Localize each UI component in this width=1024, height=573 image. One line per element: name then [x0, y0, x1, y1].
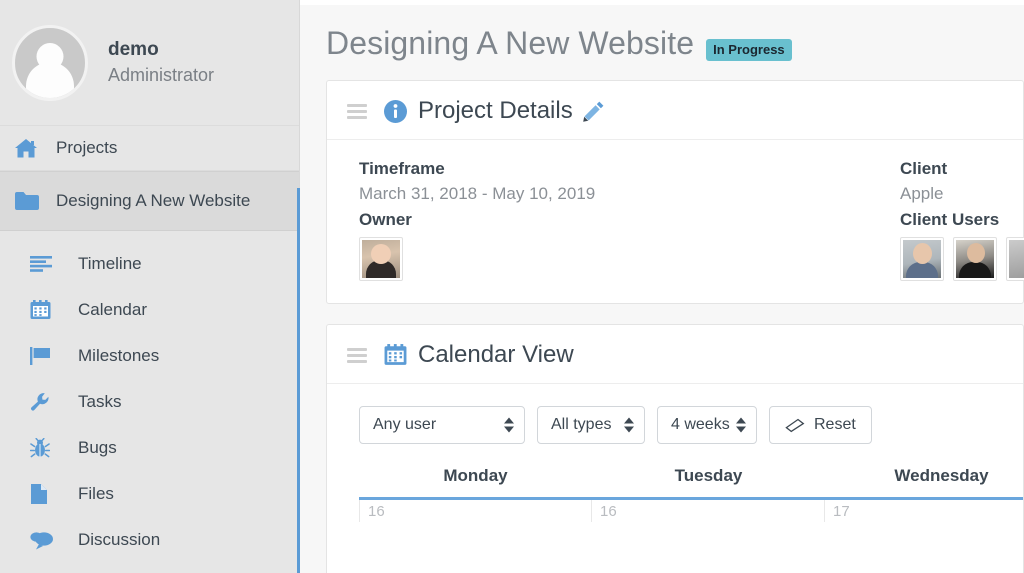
calendar-day-cell[interactable]: 17 — [825, 500, 1024, 522]
timeframe-label: Timeframe — [359, 159, 445, 178]
sidebar-item-label: Projects — [56, 138, 118, 157]
sidebar-item-label: Tasks — [78, 392, 122, 411]
sidebar-item-milestones[interactable]: Milestones — [0, 333, 300, 379]
sidebar-item-label: Files — [78, 484, 114, 503]
range-filter-select[interactable]: 4 weeks — [657, 406, 757, 444]
calendar-icon — [30, 300, 64, 320]
sidebar-user-block[interactable]: demo Administrator — [0, 0, 300, 125]
sidebar-item-timeline[interactable]: Timeline — [0, 241, 300, 287]
sidebar: demo Administrator Projects Designing A … — [0, 0, 301, 573]
calendar-day-header: Monday — [443, 466, 508, 485]
sidebar-item-label: Milestones — [78, 346, 160, 365]
sidebar-nav: Projects Designing A New Website Timelin… — [0, 125, 300, 563]
drag-handle-icon[interactable] — [347, 347, 367, 363]
calendar-day-header: Tuesday — [674, 466, 743, 485]
calendar-day-cell[interactable]: 16 — [592, 500, 825, 522]
sidebar-item-bugs[interactable]: Bugs — [0, 425, 300, 471]
chevron-updown-icon — [504, 417, 514, 433]
chevron-updown-icon — [624, 417, 634, 433]
calendar-view-card: Calendar View Any user All types 4 weeks — [326, 324, 1024, 573]
chat-bubble-icon — [30, 531, 64, 550]
project-details-title: Project Details — [418, 97, 573, 124]
main-content: Designing A New Website In Progress Proj… — [300, 0, 1024, 573]
project-details-header: Project Details — [327, 81, 1023, 140]
list-lines-icon — [30, 256, 64, 272]
calendar-icon — [384, 344, 407, 366]
client-users-label: Client Users — [900, 210, 1000, 229]
project-details-body: Timeframe March 31, 2018 - May 10, 2019 … — [327, 140, 1024, 303]
calendar-day-header: Wednesday — [894, 466, 989, 485]
reset-button[interactable]: Reset — [769, 406, 872, 444]
sidebar-item-label: Designing A New Website — [56, 191, 251, 210]
page-header: Designing A New Website In Progress — [300, 5, 1024, 62]
client-value: Apple — [900, 184, 944, 203]
wrench-icon — [30, 392, 64, 412]
owner-avatars — [359, 237, 595, 281]
type-filter-select[interactable]: All types — [537, 406, 645, 444]
avatar[interactable] — [900, 237, 944, 281]
user-role: Administrator — [108, 65, 215, 85]
avatar[interactable] — [1006, 237, 1024, 281]
sidebar-item-designing-a-new-website[interactable]: Designing A New Website — [0, 171, 300, 231]
user-filter-select[interactable]: Any user — [359, 406, 525, 444]
timeframe-value: March 31, 2018 - May 10, 2019 — [359, 184, 596, 203]
user-avatar-placeholder — [12, 24, 88, 101]
client-label: Client — [900, 159, 948, 178]
avatar[interactable] — [953, 237, 997, 281]
bug-icon — [30, 438, 64, 458]
pencil-icon[interactable] — [582, 100, 605, 122]
info-circle-icon — [384, 99, 407, 123]
calendar-view-header: Calendar View — [327, 325, 1023, 384]
file-icon — [30, 483, 64, 505]
home-icon — [14, 138, 48, 159]
range-filter-value: 4 weeks — [671, 416, 730, 433]
flag-icon — [30, 346, 64, 366]
app-root: demo Administrator Projects Designing A … — [0, 0, 1024, 573]
sidebar-item-projects[interactable]: Projects — [0, 125, 300, 171]
drag-handle-icon[interactable] — [347, 103, 367, 119]
sidebar-item-calendar[interactable]: Calendar — [0, 287, 300, 333]
eraser-icon — [785, 418, 805, 433]
calendar-week-row: 16 16 17 — [359, 500, 1023, 522]
calendar-day-cell[interactable]: 16 — [359, 500, 592, 522]
sidebar-item-discussion[interactable]: Discussion — [0, 517, 300, 563]
sidebar-item-label: Bugs — [78, 438, 117, 457]
calendar-grid: Monday Tuesday Wednesday 16 16 17 — [327, 466, 1023, 522]
user-filter-value: Any user — [373, 416, 437, 433]
project-details-left-column: Timeframe March 31, 2018 - May 10, 2019 … — [327, 156, 595, 281]
calendar-day-headers: Monday Tuesday Wednesday — [359, 466, 1023, 500]
project-details-right-column: Client Apple Client Users — [900, 156, 1024, 281]
folder-icon — [14, 191, 48, 211]
type-filter-value: All types — [551, 416, 612, 433]
client-user-avatars — [900, 237, 1024, 281]
calendar-filters: Any user All types 4 weeks Reset — [327, 384, 1023, 444]
chevron-updown-icon — [736, 417, 746, 433]
owner-label: Owner — [359, 210, 412, 229]
project-details-card: Project Details Timeframe March 31, 2018… — [326, 80, 1024, 304]
sidebar-item-label: Timeline — [78, 254, 142, 273]
reset-button-label: Reset — [814, 416, 856, 433]
sidebar-item-label: Calendar — [78, 300, 147, 319]
avatar[interactable] — [359, 237, 403, 281]
user-name: demo — [108, 39, 159, 60]
sidebar-item-tasks[interactable]: Tasks — [0, 379, 300, 425]
sidebar-item-label: Discussion — [78, 530, 161, 549]
sidebar-item-files[interactable]: Files — [0, 471, 300, 517]
sidebar-subnav: Timeline Calendar Milestones Tasks Bugs … — [0, 231, 300, 563]
calendar-view-title: Calendar View — [418, 341, 574, 368]
page-title: Designing A New Website — [326, 25, 695, 61]
status-badge: In Progress — [706, 38, 792, 61]
